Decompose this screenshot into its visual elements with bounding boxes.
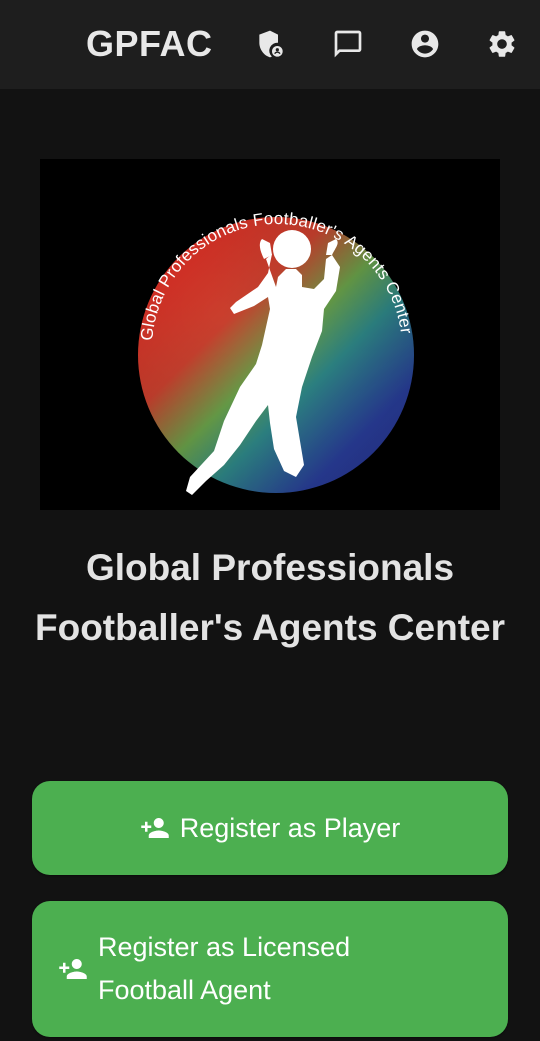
page-title: Global Professionals Footballer's Agents…	[35, 547, 505, 648]
register-player-button[interactable]: Register as Player	[32, 781, 508, 875]
chat-icon[interactable]	[330, 26, 366, 62]
app-brand-title: GPFAC	[86, 23, 213, 64]
register-agent-label: Register as Licensed Football Agent	[98, 932, 351, 1005]
account-circle-icon[interactable]	[407, 26, 443, 62]
register-agent-button[interactable]: Register as Licensed Football Agent	[32, 901, 508, 1037]
person-add-icon	[59, 959, 87, 979]
settings-gear-icon[interactable]	[484, 26, 520, 62]
register-player-label: Register as Player	[179, 812, 401, 843]
organization-logo: Global Professionals Footballer's Agents…	[40, 159, 500, 510]
top-app-bar: GPFAC	[0, 0, 540, 89]
person-add-icon	[140, 818, 169, 838]
admin-shield-icon[interactable]	[252, 26, 288, 62]
